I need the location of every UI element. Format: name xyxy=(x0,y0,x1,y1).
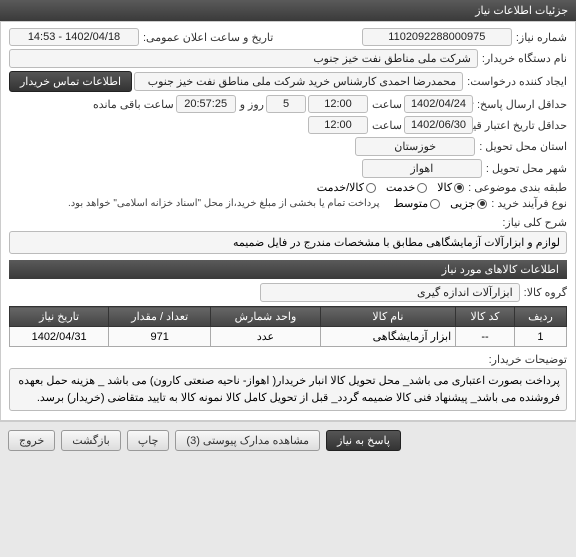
valid-date-value: 1402/06/30 xyxy=(404,116,473,134)
creator-value: محمدرضا احمدی کارشناس خرید شرکت ملی مناط… xyxy=(134,72,463,91)
need-no-value: 1102092288000975 xyxy=(362,28,512,46)
valid-label: حداقل تاریخ اعتبار قیمت: تا تاریخ: xyxy=(477,119,567,132)
proc-note: پرداخت تمام یا بخشی از مبلغ خرید،از محل … xyxy=(68,198,380,209)
group-value: ابزارآلات اندازه گیری xyxy=(260,283,520,302)
group-label: گروه کالا: xyxy=(524,286,567,299)
radio-mid-label: متوسط xyxy=(394,197,429,210)
ann-date-value: 1402/04/18 - 14:53 xyxy=(9,28,139,46)
back-button[interactable]: بازگشت xyxy=(61,430,121,451)
cell-idx: 1 xyxy=(514,327,566,347)
panel-header: جزئیات اطلاعات نیاز xyxy=(0,0,576,21)
radio-low-label: جزیی xyxy=(450,197,475,210)
time-label-1: ساعت xyxy=(372,98,402,111)
radio-service[interactable] xyxy=(417,183,427,193)
cell-date: 1402/04/31 xyxy=(10,327,109,347)
buyer-value: شرکت ملی مناطق نفت خیز جنوب xyxy=(9,49,478,68)
remain-label: ساعت باقی مانده xyxy=(93,98,174,111)
cat-label: طبقه بندی موضوعی : xyxy=(468,181,567,194)
time-label-2: ساعت xyxy=(372,119,402,132)
panel-title: جزئیات اطلاعات نیاز xyxy=(475,5,568,17)
table-row[interactable]: 1 -- ابزار آزمایشگاهی عدد 971 1402/04/31 xyxy=(10,327,567,347)
radio-goods[interactable] xyxy=(454,183,464,193)
desc-value: لوازم و ابزارآلات آزمایشگاهی مطابق با مش… xyxy=(9,231,567,254)
th-date: تاریخ نیاز xyxy=(10,307,109,327)
contact-buyer-button[interactable]: اطلاعات تماس خریدار xyxy=(9,71,132,92)
buyer-label: نام دستگاه خریدار: xyxy=(482,52,567,65)
respond-button[interactable]: پاسخ به نیاز xyxy=(326,430,401,451)
remain-time-value: 20:57:25 xyxy=(176,95,236,113)
table-header-row: ردیف کد کالا نام کالا واحد شمارش تعداد /… xyxy=(10,307,567,327)
proc-label: نوع فرآیند خرید : xyxy=(491,197,567,210)
valid-time-value: 12:00 xyxy=(308,116,368,134)
need-no-label: شماره نیاز: xyxy=(516,31,567,44)
ann-date-label: تاریخ و ساعت اعلان عمومی: xyxy=(143,31,273,44)
radio-goods-service[interactable] xyxy=(366,183,376,193)
th-code: کد کالا xyxy=(456,307,515,327)
th-qty: تعداد / مقدار xyxy=(109,307,211,327)
resp-time-value: 12:00 xyxy=(308,95,368,113)
province-value: خوزستان xyxy=(355,137,475,156)
th-idx: ردیف xyxy=(514,307,566,327)
day-and-label: روز و xyxy=(240,98,264,111)
process-radio-group: جزیی متوسط xyxy=(394,197,488,210)
radio-service-label: خدمت xyxy=(386,181,415,194)
cell-code: -- xyxy=(456,327,515,347)
exit-button[interactable]: خروج xyxy=(8,430,55,451)
radio-goods-service-label: کالا/خدمت xyxy=(317,181,364,194)
radio-goods-label: کالا xyxy=(437,181,452,194)
city-value: اهواز xyxy=(362,159,482,178)
city-label: شهر محل تحویل : xyxy=(486,162,567,175)
province-label: استان محل تحویل : xyxy=(479,140,567,153)
days-value: 5 xyxy=(266,95,306,113)
cell-qty: 971 xyxy=(109,327,211,347)
cell-unit: عدد xyxy=(211,327,320,347)
radio-mid[interactable] xyxy=(430,199,440,209)
desc-label: شرح کلی نیاز: xyxy=(502,216,567,229)
items-section-title: اطلاعات کالاهای مورد نیاز xyxy=(9,260,567,279)
th-unit: واحد شمارش xyxy=(211,307,320,327)
category-radio-group: کالا خدمت کالا/خدمت xyxy=(317,181,464,194)
creator-label: ایجاد کننده درخواست: xyxy=(467,75,567,88)
print-button[interactable]: چاپ xyxy=(127,430,170,451)
radio-low[interactable] xyxy=(477,199,487,209)
cell-name: ابزار آزمایشگاهی xyxy=(320,327,455,347)
footer-buttons: پاسخ به نیاز مشاهده مدارک پیوستی (3) چاپ… xyxy=(0,421,576,459)
panel-body: شماره نیاز: 1102092288000975 تاریخ و ساع… xyxy=(0,21,576,421)
buyer-notes-label: توضیحات خریدار: xyxy=(489,353,567,366)
attachments-button[interactable]: مشاهده مدارک پیوستی (3) xyxy=(175,430,320,451)
th-name: نام کالا xyxy=(320,307,455,327)
resp-date-value: 1402/04/24 xyxy=(404,95,473,113)
resp-deadline-label: حداقل ارسال پاسخ: تا تاریخ: xyxy=(477,98,567,111)
items-table: ردیف کد کالا نام کالا واحد شمارش تعداد /… xyxy=(9,306,567,347)
buyer-notes-value: پرداخت بصورت اعتباری می باشد_ محل تحویل … xyxy=(9,368,567,411)
